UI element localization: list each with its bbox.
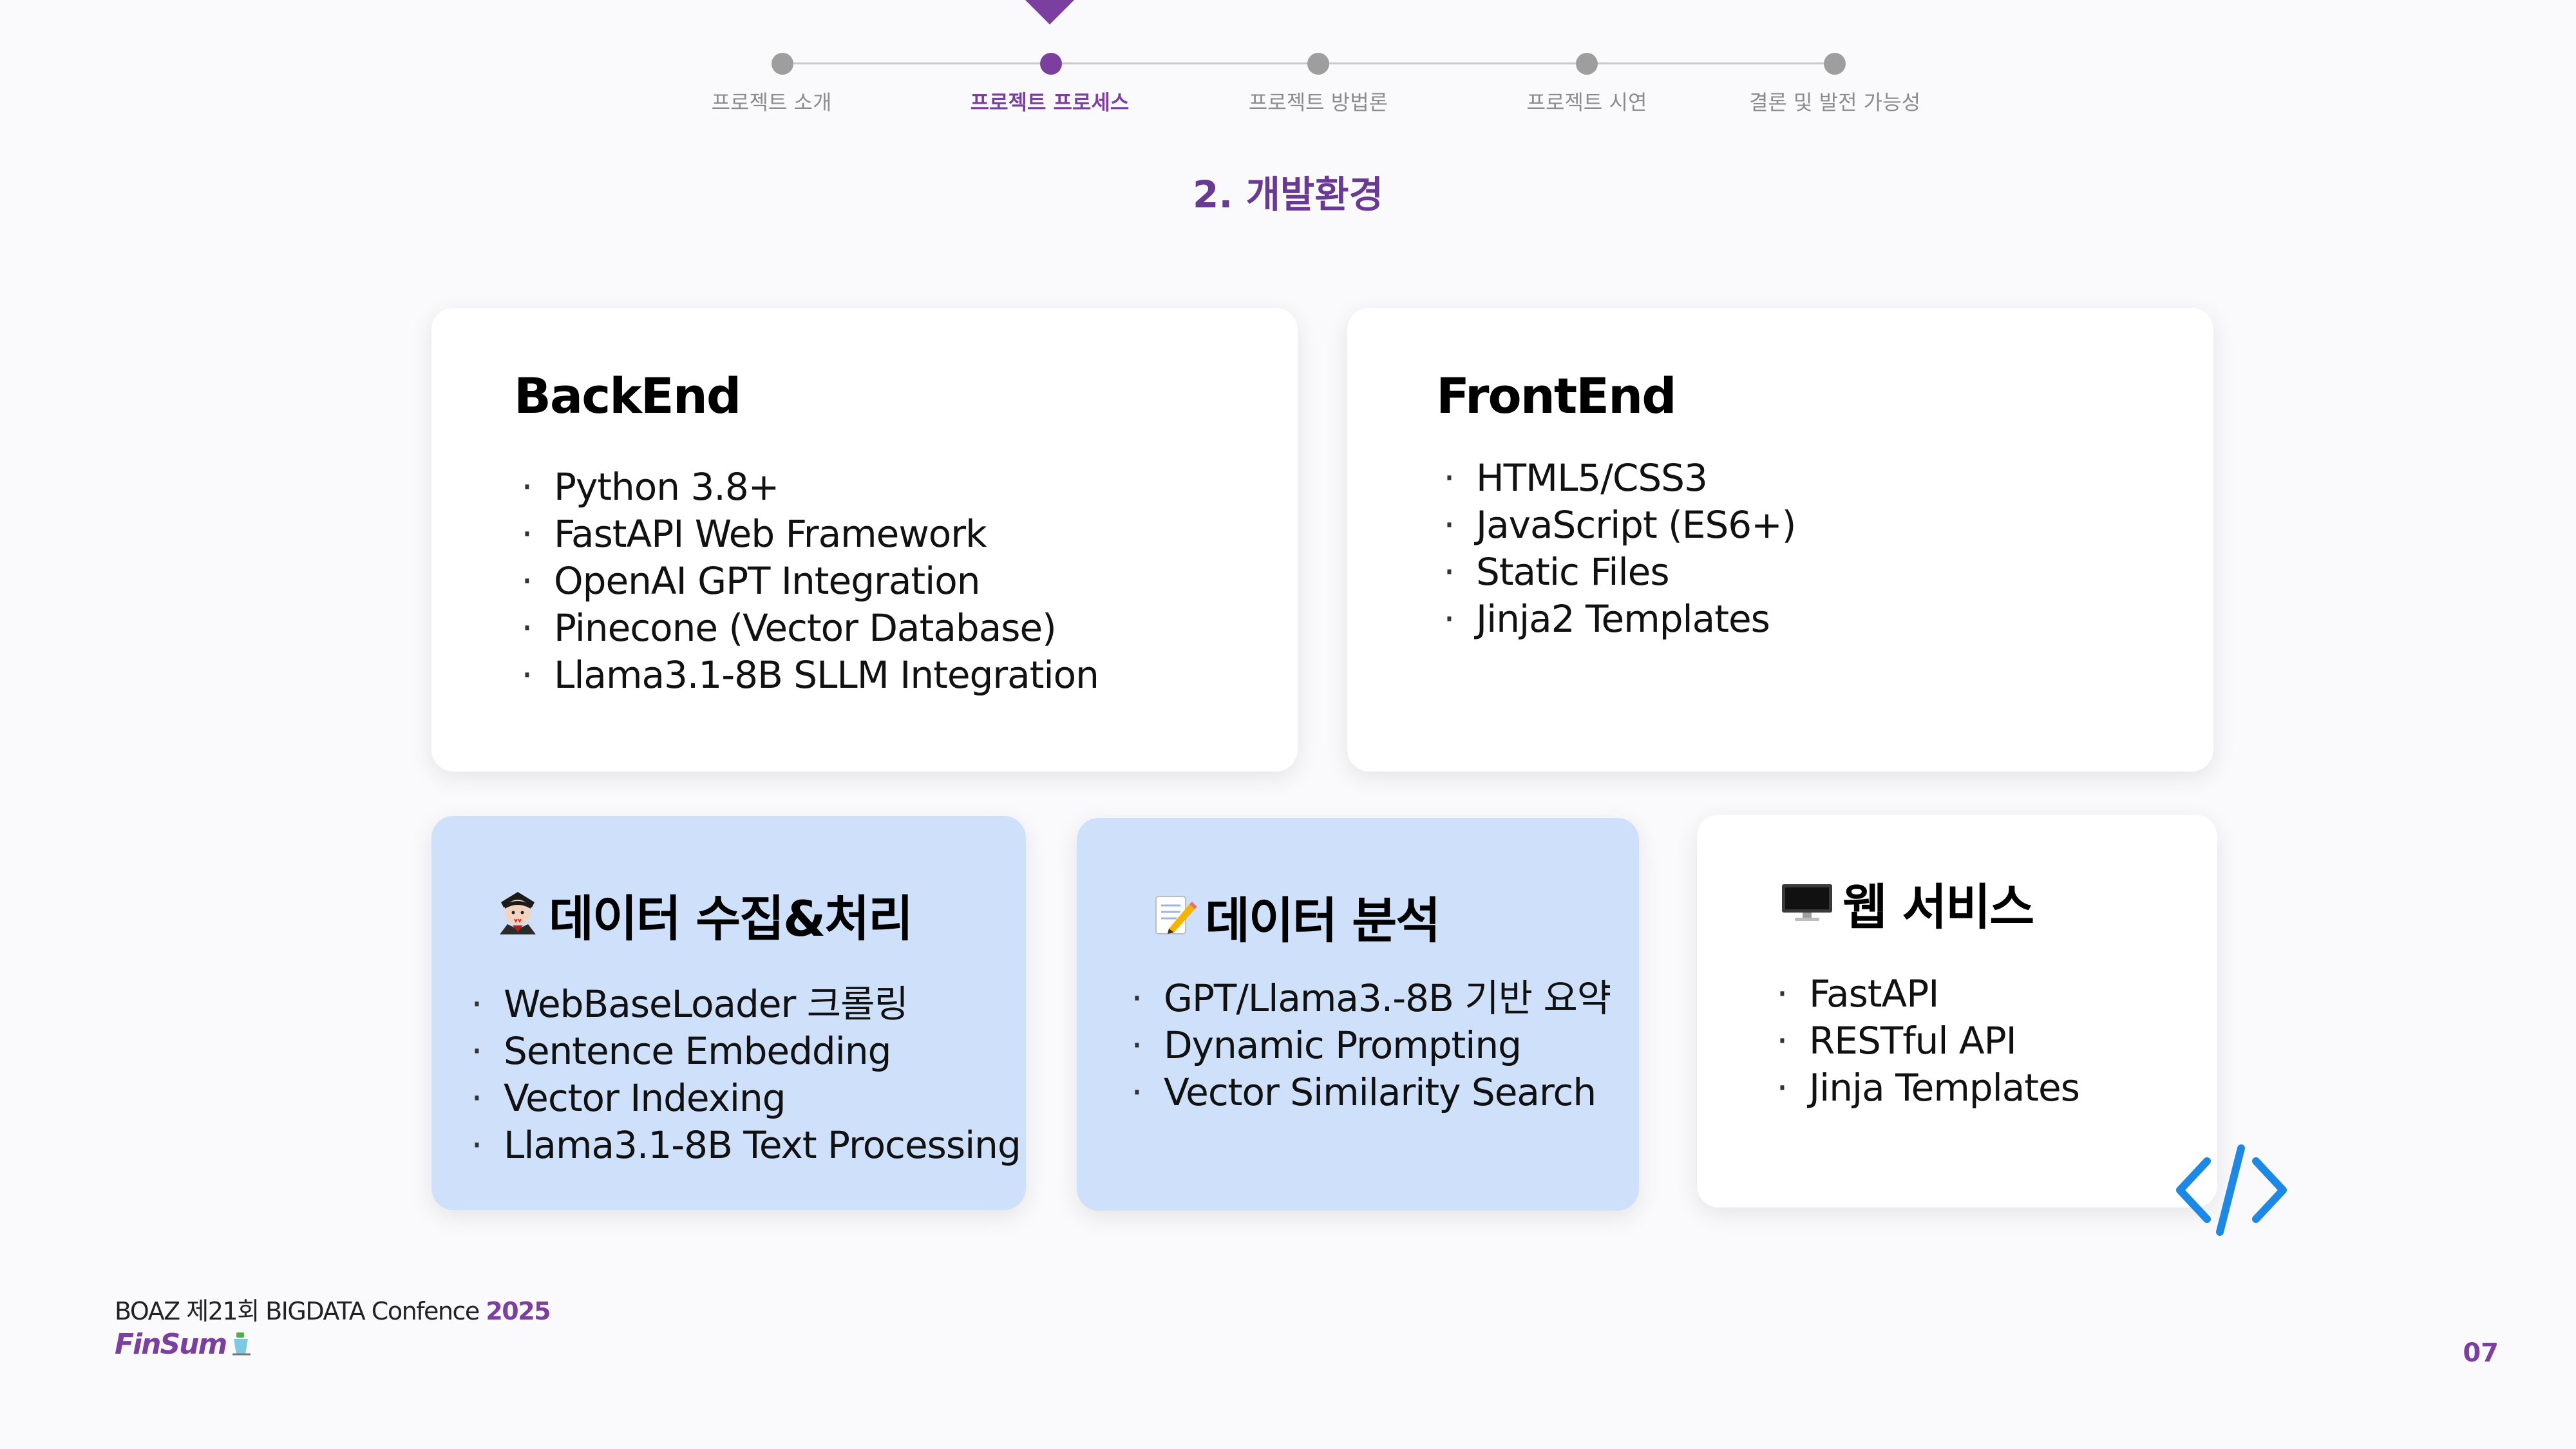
brand-mascot-icon: [230, 1330, 252, 1363]
brand-logo: FinSum: [115, 1328, 252, 1363]
nav-dot-demo[interactable]: [1576, 53, 1598, 75]
current-step-marker: [1025, 0, 1074, 24]
data-collection-list: · WebBaseLoader 크롤링 · Sentence Embedding ·…: [464, 981, 1021, 1169]
nav-dot-method[interactable]: [1307, 53, 1329, 75]
vampire-emoji-icon: [495, 889, 541, 947]
list-item: · Llama3.1-8B SLLM Integration: [521, 653, 1099, 697]
frontend-title: FrontEnd: [1436, 367, 1677, 424]
memo-emoji-icon: [1151, 891, 1197, 949]
conference-label: BOAZ 제21회 BIGDATA Confence 2025: [115, 1297, 551, 1325]
list-item: · JavaScript (ES6+): [1443, 503, 1796, 547]
list-item: · Python 3.8+: [521, 465, 779, 509]
list-item: · Static Files: [1443, 550, 1669, 594]
data-analysis-list: · GPT/Llama3.-8B 기반 요약 · Dynamic Prompting…: [1124, 975, 1611, 1116]
page-number: 07: [2463, 1338, 2499, 1368]
list-item: · Dynamic Prompting: [1131, 1023, 1522, 1067]
backend-title: BackEnd: [514, 367, 741, 424]
frontend-card: FrontEnd · HTML5/CSS3 · JavaScript (ES6+) …: [1347, 308, 2213, 772]
data-analysis-title: 데이터 분석: [1151, 881, 1441, 952]
list-item: · RESTful API: [1776, 1019, 2016, 1063]
nav-label-conclusion[interactable]: 결론 및 발전 가능성: [1706, 86, 1964, 116]
nav-dot-intro[interactable]: [772, 53, 793, 75]
progress-navigation: 프로젝트 소개 프로젝트 프로세스 프로젝트 방법론 프로젝트 시연 결론 및 …: [0, 0, 2576, 129]
list-item: · OpenAI GPT Integration: [521, 559, 980, 603]
backend-card: BackEnd · Python 3.8+ · FastAPI Web Framew…: [431, 308, 1298, 772]
web-service-card: 웹 서비스 · FastAPI · RESTful API · Jinja Templ…: [1697, 815, 2217, 1208]
nav-label-intro[interactable]: 프로젝트 소개: [643, 86, 900, 116]
list-item: · WebBaseLoader 크롤링: [471, 982, 909, 1026]
web-service-title: 웹 서비스: [1779, 867, 2034, 938]
code-brackets-icon: [2174, 1142, 2289, 1238]
frontend-list: · HTML5/CSS3 · JavaScript (ES6+) · Static F…: [1436, 455, 1796, 643]
list-item: · Vector Indexing: [471, 1076, 786, 1120]
list-item: · GPT/Llama3.-8B 기반 요약: [1131, 976, 1611, 1020]
list-item: · HTML5/CSS3: [1443, 456, 1708, 500]
backend-list: · Python 3.8+ · FastAPI Web Framework · Ope…: [514, 464, 1099, 699]
list-item: · Pinecone (Vector Database): [521, 606, 1056, 650]
list-item: · Sentence Embedding: [471, 1029, 891, 1073]
nav-dot-process[interactable]: [1040, 53, 1062, 75]
data-collection-title: 데이터 수집&처리: [495, 879, 913, 950]
web-service-list: · FastAPI · RESTful API · Jinja Templates: [1769, 971, 2080, 1112]
data-analysis-card: 데이터 분석 · GPT/Llama3.-8B 기반 요약 · Dynamic Pr…: [1077, 818, 1639, 1211]
nav-dot-conclusion[interactable]: [1824, 53, 1846, 75]
nav-label-process[interactable]: 프로젝트 프로세스: [921, 86, 1179, 116]
desktop-computer-icon: [1779, 878, 1835, 936]
list-item: · Vector Similarity Search: [1131, 1070, 1596, 1114]
list-item: · FastAPI: [1776, 972, 1939, 1016]
list-item: · Jinja Templates: [1776, 1066, 2080, 1110]
list-item: · Llama3.1-8B Text Processing: [471, 1123, 1021, 1167]
nav-label-demo[interactable]: 프로젝트 시연: [1458, 86, 1716, 116]
nav-label-method[interactable]: 프로젝트 방법론: [1189, 86, 1447, 116]
list-item: · FastAPI Web Framework: [521, 512, 987, 556]
list-item: · Jinja2 Templates: [1443, 597, 1770, 641]
section-title: 2. 개발환경: [1192, 173, 1384, 216]
data-collection-card: 데이터 수집&처리 · WebBaseLoader 크롤링 · Sentence E…: [431, 816, 1026, 1210]
